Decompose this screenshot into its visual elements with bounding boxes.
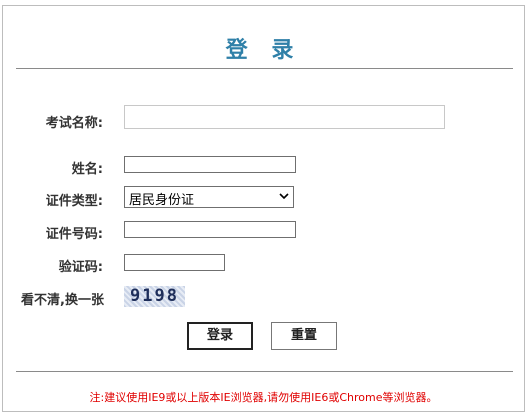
login-panel: 登 录 考试名称: 姓名: 证件类型: 居民身份证 证件号码: 验证码: 看不清… [2,5,525,412]
refresh-captcha-link[interactable]: 看不清,换一张 [21,289,104,308]
browser-notice: 注:建议使用IE9或以上版本IE浏览器,请勿使用IE6或Chrome等浏览器。 [89,391,438,404]
captcha-field[interactable] [124,254,225,271]
id-number-field[interactable] [124,221,296,238]
chevron-down-icon [279,193,289,200]
page-title: 登 录 [225,38,302,63]
login-button[interactable]: 登录 [187,322,253,350]
captcha-image[interactable]: 9198 [124,286,185,307]
id-type-selected-value: 居民身份证 [129,193,195,208]
captcha-label: 验证码: [58,260,103,275]
id-type-label: 证件类型: [45,194,103,209]
top-divider [16,68,513,69]
exam-name-label: 考试名称: [45,116,103,131]
name-label: 姓名: [71,162,103,177]
id-type-select[interactable]: 居民身份证 [124,186,294,208]
reset-button[interactable]: 重置 [271,322,337,350]
bottom-divider [16,371,513,372]
id-number-label: 证件号码: [45,227,103,242]
exam-name-field[interactable] [124,105,445,129]
name-field[interactable] [124,156,296,173]
